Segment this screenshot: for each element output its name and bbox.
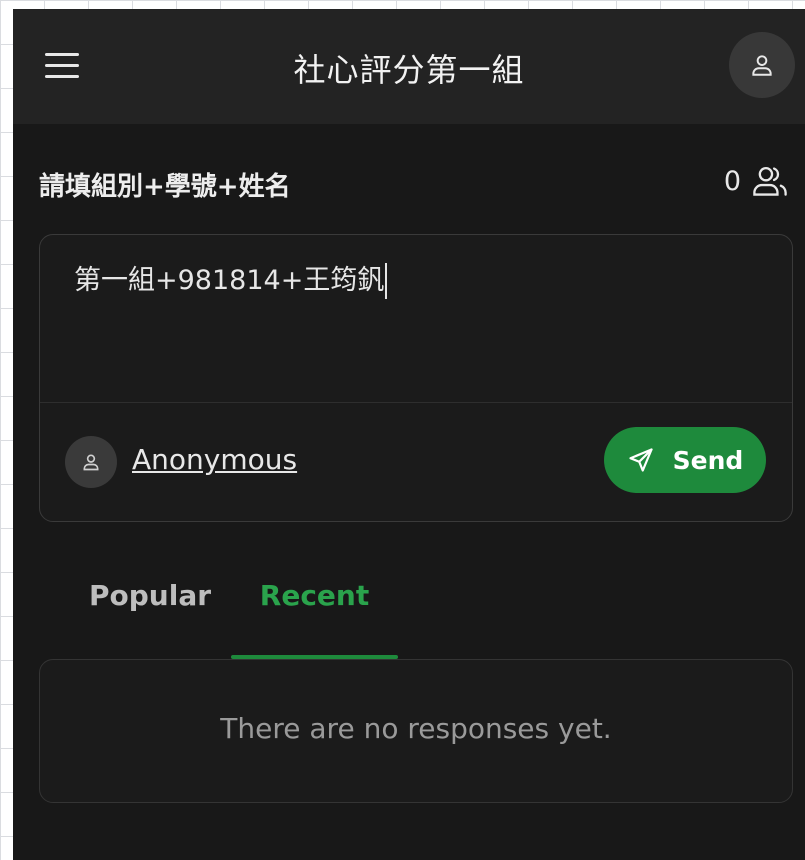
- response-composer: 第一組+981814+王筠釩 Anonymous Send: [39, 234, 793, 522]
- tab-popular[interactable]: Popular: [89, 579, 211, 659]
- tab-recent[interactable]: Recent: [231, 579, 398, 659]
- tab-recent-label: Recent: [259, 579, 370, 612]
- response-tabs: Popular Recent: [39, 579, 791, 659]
- composer-divider: [40, 402, 792, 403]
- users-icon: [753, 166, 787, 196]
- send-label: Send: [672, 445, 744, 475]
- participant-counter: 0: [724, 164, 789, 198]
- page-title: 社心評分第一組: [293, 51, 525, 89]
- participant-count: 0: [723, 165, 741, 197]
- user-icon: [83, 454, 99, 471]
- paper-plane-icon: [629, 448, 653, 472]
- top-bar: 社心評分第一組: [13, 9, 805, 124]
- poll-panel: 社心評分第一組 請填組別+學號+姓名 0 第一組+981814+王筠釩 Anon…: [13, 9, 805, 860]
- user-icon: [752, 55, 772, 76]
- profile-button[interactable]: [729, 32, 795, 98]
- avatar: [65, 436, 117, 488]
- prompt-row: 請填組別+學號+姓名 0: [39, 164, 789, 202]
- prompt-label: 請填組別+學號+姓名: [39, 172, 291, 202]
- response-input[interactable]: 第一組+981814+王筠釩: [74, 263, 388, 299]
- author-name-link[interactable]: Anonymous: [132, 443, 297, 476]
- empty-state-message: There are no responses yet.: [220, 712, 612, 745]
- send-button[interactable]: Send: [604, 427, 766, 493]
- responses-list: There are no responses yet.: [39, 659, 793, 803]
